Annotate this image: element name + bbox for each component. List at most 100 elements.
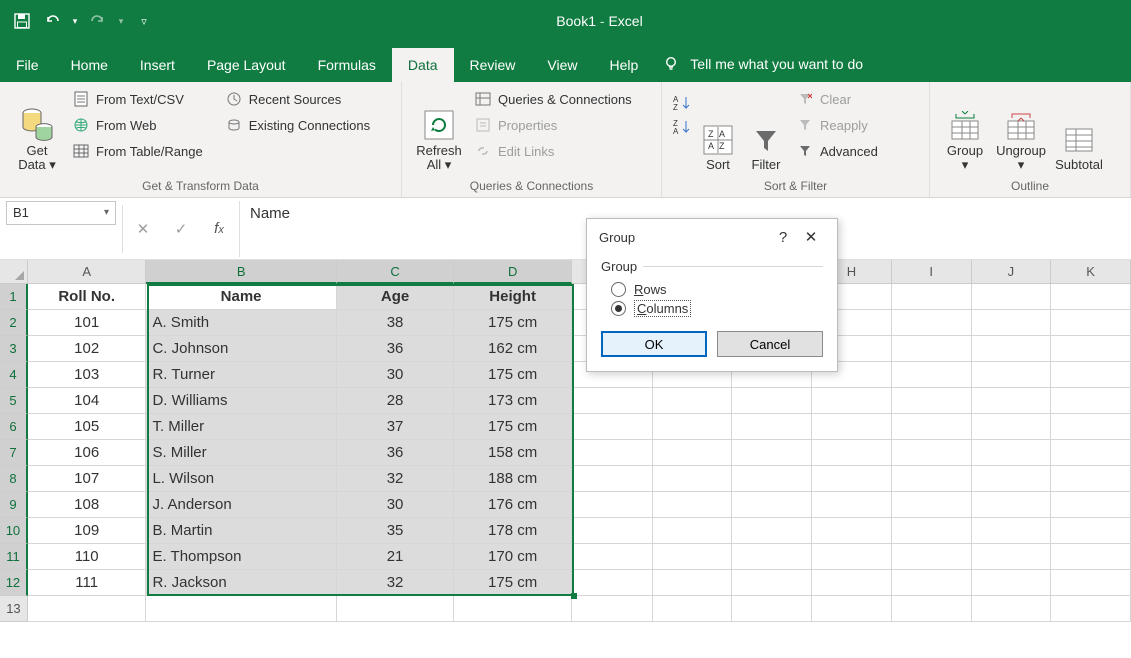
cell-a2[interactable]: 101 [28,310,147,336]
col-header-d[interactable]: D [454,260,572,284]
cell-a10[interactable]: 109 [28,518,147,544]
cell-k1[interactable] [1051,284,1131,310]
tab-review[interactable]: Review [454,48,532,82]
redo-dropdown[interactable]: ▾ [114,7,128,35]
cell-e6[interactable] [572,414,653,440]
cell-a3[interactable]: 102 [28,336,147,362]
cell-d7[interactable]: 158 cm [454,440,572,466]
cell-h12[interactable] [812,570,892,596]
cell-j13[interactable] [972,596,1052,622]
cancel-button[interactable]: Cancel [717,331,823,357]
cell-k9[interactable] [1051,492,1131,518]
cell-c11[interactable]: 21 [337,544,455,570]
row-header-12[interactable]: 12 [0,570,28,596]
cell-b7[interactable]: S. Miller [146,440,336,466]
cell-i11[interactable] [892,544,972,570]
cell-c1[interactable]: Age [337,284,455,310]
get-data-button[interactable]: GetData ▾ [10,88,64,174]
cell-b1[interactable]: Name [146,284,336,310]
cell-h7[interactable] [812,440,892,466]
row-header-9[interactable]: 9 [0,492,28,518]
cell-f12[interactable] [653,570,733,596]
cell-k7[interactable] [1051,440,1131,466]
cell-i5[interactable] [892,388,972,414]
queries-connections-button[interactable]: Queries & Connections [470,88,636,110]
cell-j12[interactable] [972,570,1052,596]
cell-i8[interactable] [892,466,972,492]
cell-j9[interactable] [972,492,1052,518]
cell-k13[interactable] [1051,596,1131,622]
cell-a6[interactable]: 105 [28,414,147,440]
cell-e7[interactable] [572,440,653,466]
subtotal-button[interactable]: Subtotal [1052,88,1106,174]
cell-g11[interactable] [732,544,812,570]
cell-d5[interactable]: 173 cm [454,388,572,414]
cell-i4[interactable] [892,362,972,388]
cell-g13[interactable] [732,596,812,622]
cell-k5[interactable] [1051,388,1131,414]
cell-g5[interactable] [732,388,812,414]
cell-j5[interactable] [972,388,1052,414]
sort-button[interactable]: ZAAZ Sort [696,88,740,174]
cell-j1[interactable] [972,284,1052,310]
cell-d9[interactable]: 176 cm [454,492,572,518]
col-header-j[interactable]: J [972,260,1052,284]
cell-g7[interactable] [732,440,812,466]
tab-data[interactable]: Data [392,48,454,82]
tab-view[interactable]: View [531,48,593,82]
cell-b6[interactable]: T. Miller [146,414,336,440]
tab-formulas[interactable]: Formulas [302,48,392,82]
dialog-titlebar[interactable]: Group ? ✕ [587,219,837,255]
cell-j2[interactable] [972,310,1052,336]
cell-h9[interactable] [812,492,892,518]
cell-k8[interactable] [1051,466,1131,492]
cell-c7[interactable]: 36 [337,440,455,466]
selection-handle[interactable] [571,593,577,599]
fx-button[interactable]: fx [205,220,233,237]
cell-a13[interactable] [28,596,147,622]
cell-d6[interactable]: 175 cm [454,414,572,440]
row-header-6[interactable]: 6 [0,414,28,440]
cell-j6[interactable] [972,414,1052,440]
cell-e5[interactable] [572,388,653,414]
undo-button[interactable] [38,7,66,35]
cell-i12[interactable] [892,570,972,596]
cell-b9[interactable]: J. Anderson [146,492,336,518]
undo-dropdown[interactable]: ▾ [68,7,82,35]
cell-h5[interactable] [812,388,892,414]
cell-d1[interactable]: Height [454,284,572,310]
filter-button[interactable]: Filter [744,88,788,174]
group-button[interactable]: Group▾ [940,88,990,174]
spreadsheet-grid[interactable]: A B C D E F G H I J K 1 Roll No. Name Ag… [0,260,1131,622]
cell-j7[interactable] [972,440,1052,466]
cell-b3[interactable]: C. Johnson [146,336,336,362]
radio-rows[interactable]: Rows [611,282,823,297]
row-header-1[interactable]: 1 [0,284,28,310]
cell-d10[interactable]: 178 cm [454,518,572,544]
cell-e12[interactable] [572,570,653,596]
cell-j8[interactable] [972,466,1052,492]
cell-b5[interactable]: D. Williams [146,388,336,414]
row-header-2[interactable]: 2 [0,310,28,336]
cell-c9[interactable]: 30 [337,492,455,518]
cell-c8[interactable]: 32 [337,466,455,492]
row-header-8[interactable]: 8 [0,466,28,492]
cell-g6[interactable] [732,414,812,440]
cell-h13[interactable] [812,596,892,622]
dialog-close-button[interactable]: ✕ [797,228,825,246]
col-header-b[interactable]: B [146,260,336,284]
cell-c4[interactable]: 30 [337,362,455,388]
enter-formula-button[interactable]: ✓ [167,220,195,238]
qat-customize[interactable]: ▿ [130,7,158,35]
cell-f13[interactable] [653,596,733,622]
cell-a8[interactable]: 107 [28,466,147,492]
col-header-c[interactable]: C [337,260,455,284]
row-header-5[interactable]: 5 [0,388,28,414]
row-header-7[interactable]: 7 [0,440,28,466]
cell-a7[interactable]: 106 [28,440,147,466]
cell-k10[interactable] [1051,518,1131,544]
cell-h8[interactable] [812,466,892,492]
from-web-button[interactable]: From Web [68,114,207,136]
cell-f10[interactable] [653,518,733,544]
cell-a4[interactable]: 103 [28,362,147,388]
